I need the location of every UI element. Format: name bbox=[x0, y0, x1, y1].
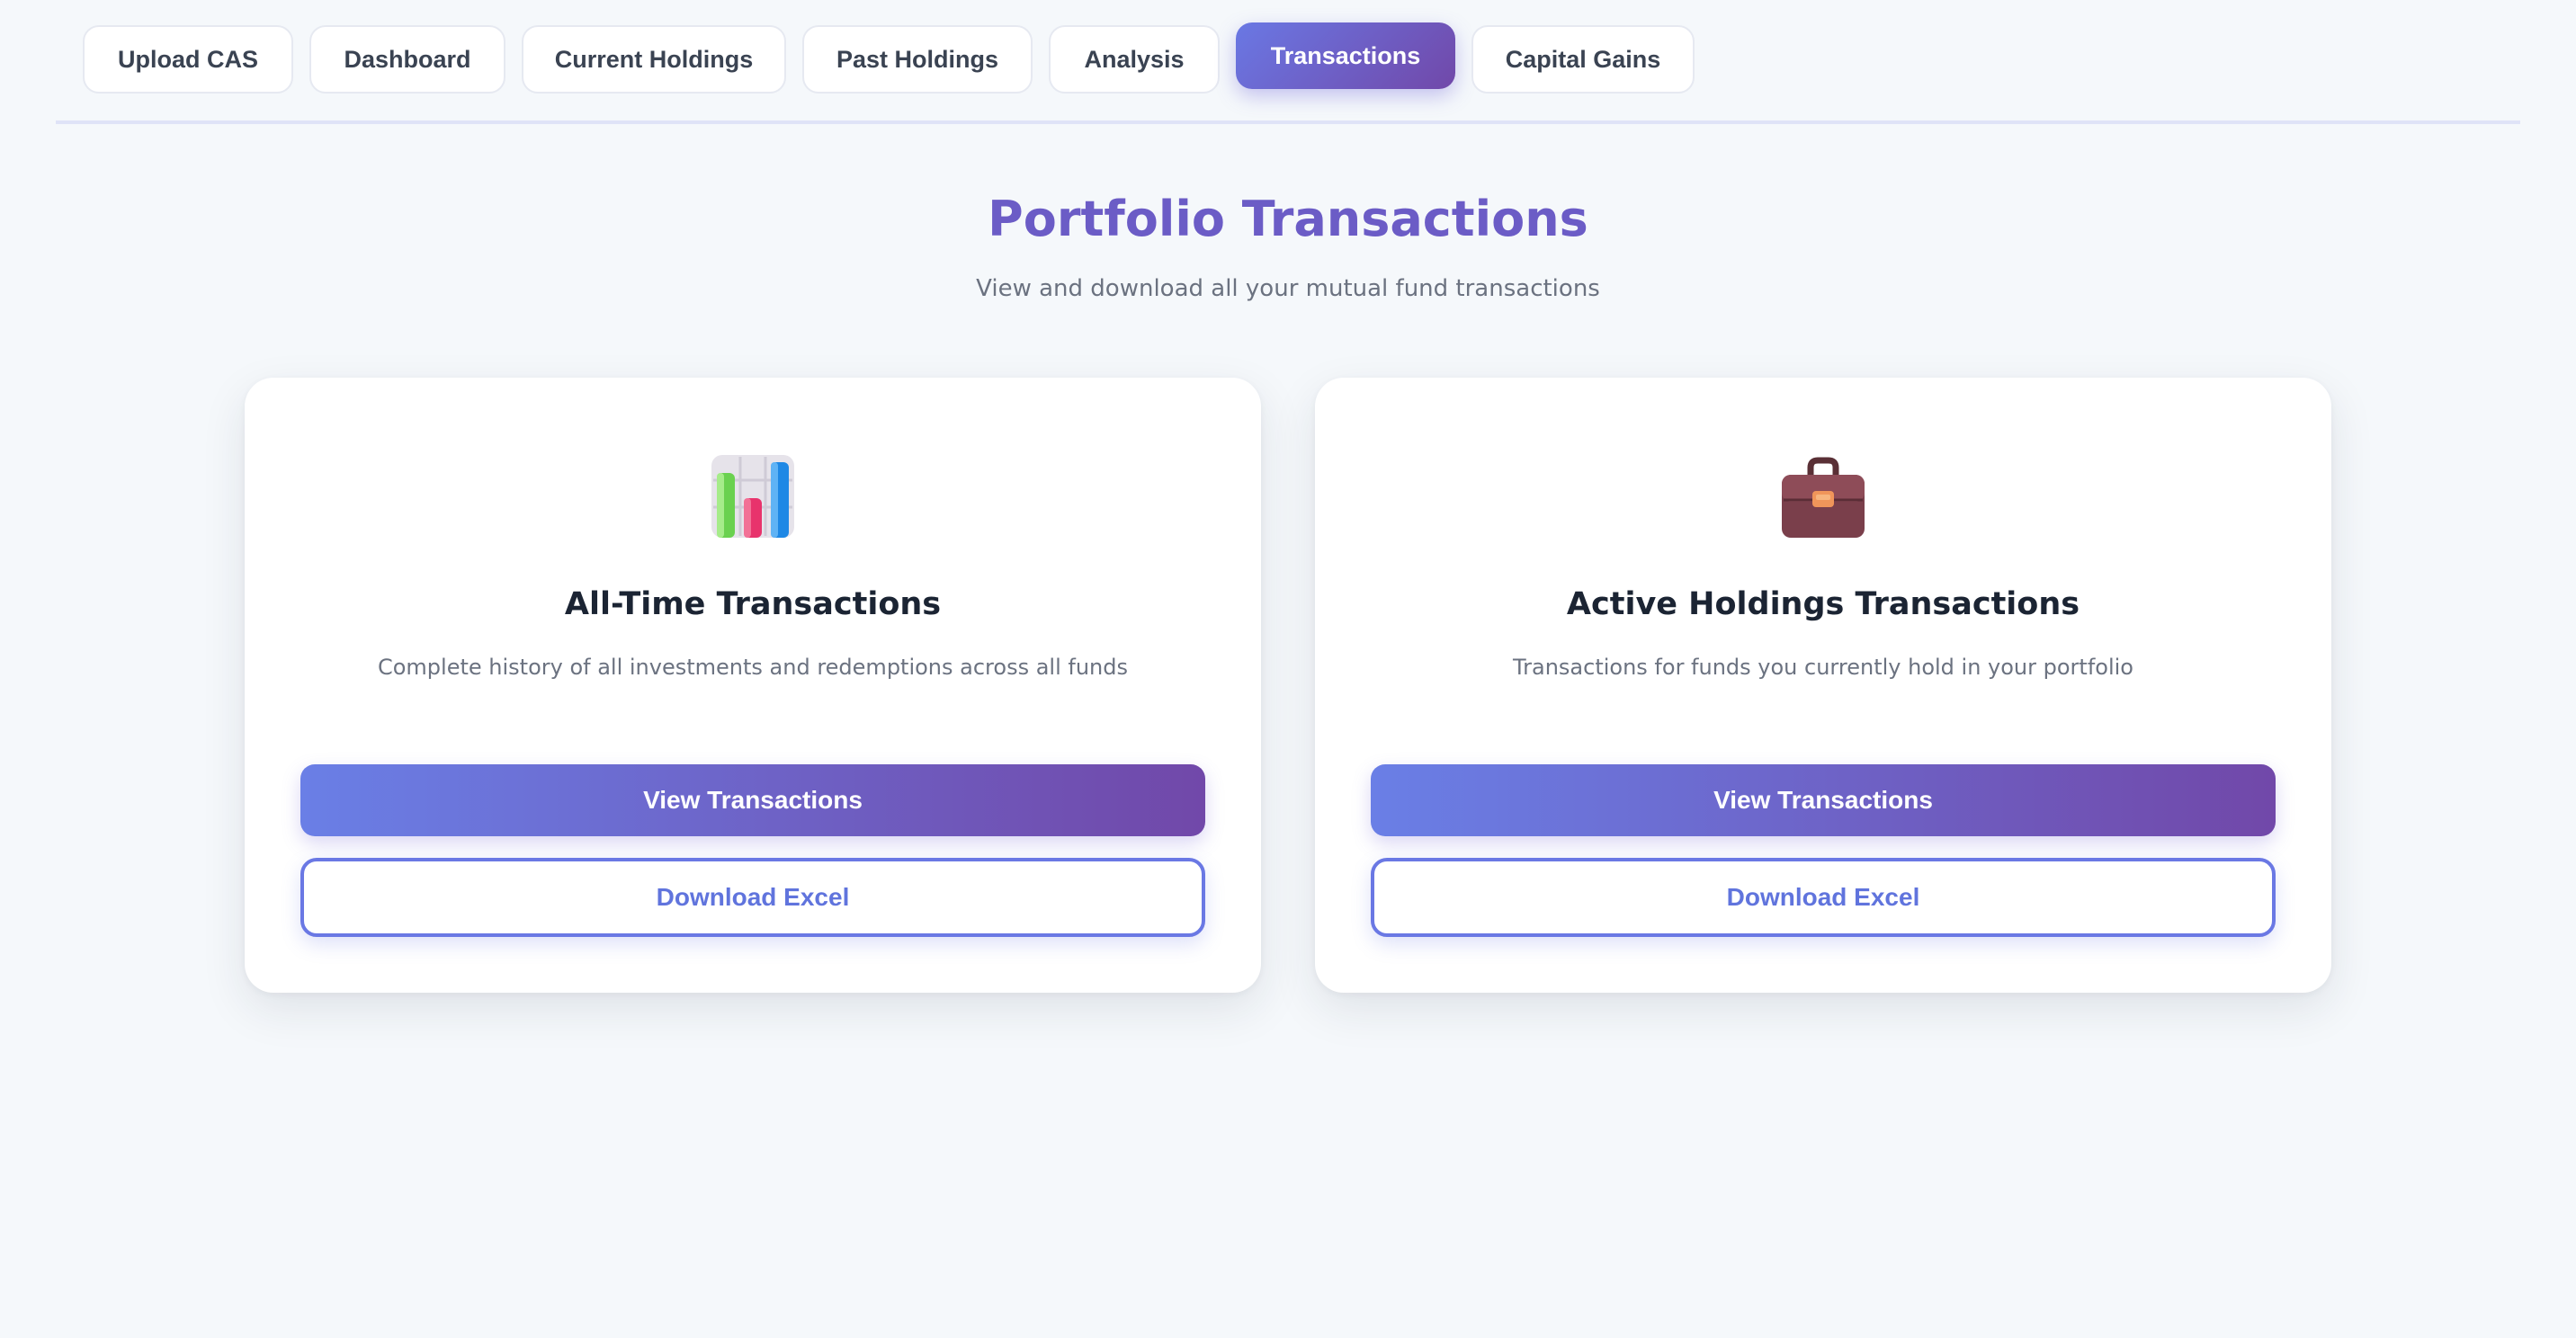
download-excel-button[interactable]: Download Excel bbox=[1371, 858, 2276, 937]
card-description: Complete history of all investments and … bbox=[377, 655, 1128, 680]
page-title: Portfolio Transactions bbox=[988, 191, 1588, 247]
active-holdings-transactions-card: Active Holdings Transactions Transaction… bbox=[1315, 378, 2331, 993]
tab-analysis[interactable]: Analysis bbox=[1049, 25, 1220, 94]
tab-capital-gains[interactable]: Capital Gains bbox=[1471, 25, 1695, 94]
tab-list: Upload CAS Dashboard Current Holdings Pa… bbox=[83, 22, 1695, 94]
card-description: Transactions for funds you currently hol… bbox=[1513, 655, 2133, 680]
bar-chart-icon bbox=[710, 453, 796, 540]
view-transactions-button[interactable]: View Transactions bbox=[1371, 764, 2276, 836]
tab-current-holdings[interactable]: Current Holdings bbox=[522, 25, 786, 94]
briefcase-icon bbox=[1780, 453, 1866, 540]
tab-transactions[interactable]: Transactions bbox=[1236, 22, 1455, 89]
all-time-transactions-card: All-Time Transactions Complete history o… bbox=[245, 378, 1261, 993]
tab-bar: Upload CAS Dashboard Current Holdings Pa… bbox=[56, 0, 2520, 124]
card-title: Active Holdings Transactions bbox=[1566, 586, 2080, 622]
view-transactions-button[interactable]: View Transactions bbox=[300, 764, 1205, 836]
download-excel-button[interactable]: Download Excel bbox=[300, 858, 1205, 937]
page-subtitle: View and download all your mutual fund t… bbox=[976, 275, 1600, 302]
tab-past-holdings[interactable]: Past Holdings bbox=[802, 25, 1033, 94]
tab-dashboard[interactable]: Dashboard bbox=[309, 25, 505, 94]
tab-upload-cas[interactable]: Upload CAS bbox=[83, 25, 293, 94]
card-title: All-Time Transactions bbox=[564, 586, 942, 622]
